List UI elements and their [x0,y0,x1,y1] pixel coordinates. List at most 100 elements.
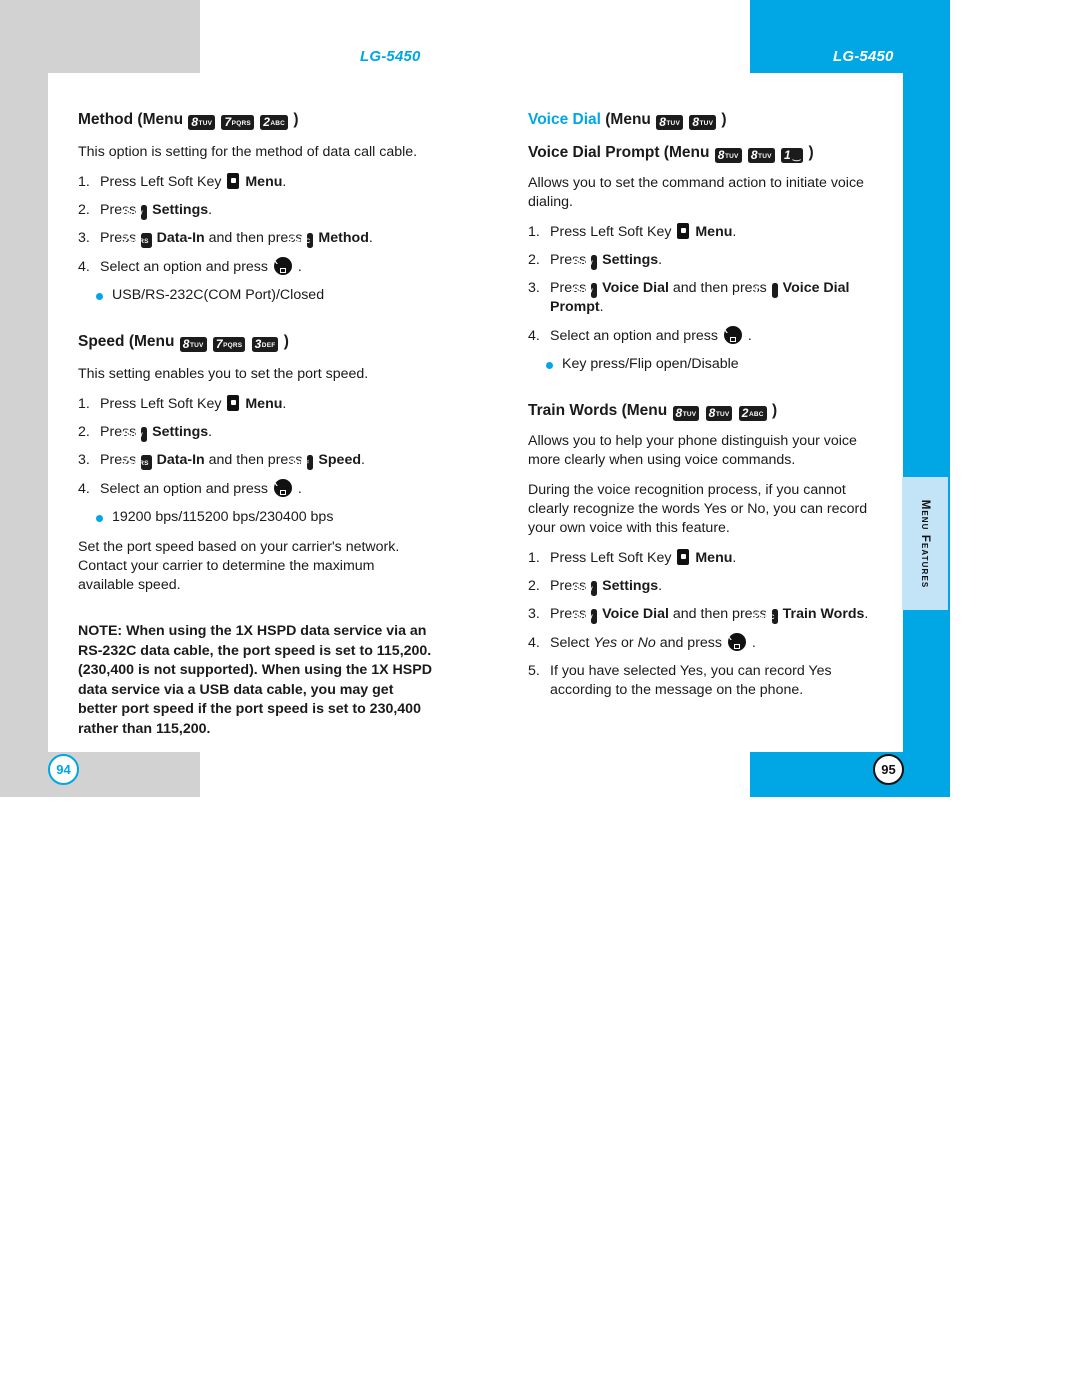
key-1: 1 ‿ [753,283,778,298]
step-tail: . [361,452,365,468]
speed-steps: 1. Press Left Soft Key Menu. 2. Press 8TUV… [78,395,433,499]
step-number: 4. [528,635,540,651]
side-tab-label: Menu Features [919,499,931,588]
option-item: USB/RS-232C(COM Port)/Closed [96,286,433,305]
key-8tuv: 8TUV [572,581,598,596]
step-text: If you have selected Yes, you can record… [550,663,832,698]
step-text: Press Left Soft Key [550,550,672,566]
step-tail: . [732,224,737,240]
method-heading: Method (Menu 8TUV 7PQRS 2ABC ) [78,110,433,130]
step-tail: . [368,230,373,246]
step-number: 3. [78,452,90,468]
voice-dial-prompt-heading: Voice Dial Prompt (Menu 8TUV 8TUV 1 ‿ ) [528,143,883,163]
key-2abc: 2ABC [738,406,767,421]
step-text: Select an option and press [100,259,268,275]
key-1: 1 ‿ [780,148,804,163]
ok-key-icon: OK [716,326,742,344]
soft-key-icon [677,223,690,239]
header-right-title: LG-5450 [833,48,894,65]
step-item: 3. Press 8TUV Voice Dial and then press 1… [528,279,883,317]
step-italic-no: No [637,635,656,651]
method-options: USB/RS-232C(COM Port)/Closed [78,286,433,305]
step-item: 1. Press Left Soft Key Menu. [528,549,883,568]
voice-dial-heading-blue: Voice Dial [528,111,601,128]
key-3def: 3DEF [251,337,279,352]
speed-intro: This setting enables you to set the port… [78,366,369,382]
step-bold: Train Words [782,606,865,622]
train-words-steps: 1. Press Left Soft Key Menu. 2. Press 8TUV… [528,549,883,700]
step-tail: . [297,481,302,497]
step-item: 3. Press 8TUV Voice Dial and then press 2… [528,605,883,624]
right-column: Voice Dial (Menu 8TUV 8TUV ) Voice Dial … [528,110,883,709]
step-bold-mid: Data-In [156,230,205,246]
step-item: 2. Press 8TUV Settings. [78,423,433,442]
train-words-intro: Allows you to help your phone distinguis… [528,433,857,468]
key-8tuv: 8TUV [572,255,598,270]
voice-dial-prompt-heading-close: ) [808,144,814,161]
step-number: 2. [78,202,90,218]
right-blue-margin [900,0,950,797]
speed-heading-text: Speed (Menu [78,333,175,350]
key-8tuv: 8TUV [122,205,148,220]
step-text: Press Left Soft Key [550,224,672,240]
ok-key-icon: OK [266,257,292,275]
key-8tuv: 8TUV [188,115,216,130]
step-tail: . [208,202,213,218]
header-left-title: LG-5450 [360,48,421,65]
key-8tuv: 8TUV [689,115,717,130]
step-italic-yes: Yes [593,635,618,651]
soft-key-icon [677,549,690,565]
method-intro: This option is setting for the method of… [78,144,418,160]
key-8tuv: 8TUV [747,148,775,163]
step-item: 2. Press 8TUV Settings. [528,251,883,270]
step-bold: Settings [602,252,659,268]
speed-note: NOTE: When using the 1X HSPD data servic… [78,623,432,737]
step-item: 4. Select Yes or No and press OK . [528,633,883,653]
key-2abc: 2ABC [288,233,314,248]
left-column: Method (Menu 8TUV 7PQRS 2ABC ) This opti… [78,110,433,739]
step-number: 3. [78,230,90,246]
key-7pqrs: 7PQRS [221,115,254,130]
key-8tuv: 8TUV [705,406,733,421]
step-bold: Settings [152,202,209,218]
step-item: 2. Press 8TUV Settings. [528,577,883,596]
step-bold: Speed [318,452,361,468]
step-tail: . [599,299,604,315]
manual-page-spread: LG-5450 LG-5450 Menu Features 94 95 Meth… [0,0,1080,1397]
step-bold: Settings [152,424,209,440]
key-8tuv: 8TUV [714,148,742,163]
step-item: 2. Press 8TUV Settings. [78,201,433,220]
step-tail: . [282,174,287,190]
step-number: 2. [528,252,540,268]
step-item: 5. If you have selected Yes, you can reco… [528,662,883,700]
step-bold: Menu [245,174,283,190]
train-words-heading-text: Train Words (Menu [528,402,668,419]
step-text-mid2: and press [659,635,722,651]
step-tail: . [658,252,663,268]
right-blue-footer-band [750,752,950,797]
step-text: Press Left Soft Key [100,174,222,190]
method-heading-close: ) [293,111,299,128]
step-bold-mid: Data-In [156,452,205,468]
page-number-right: 95 [873,754,904,785]
voice-dial-prompt-options: Key press/Flip open/Disable [528,355,883,374]
method-heading-text: Method (Menu [78,111,184,128]
voice-dial-prompt-intro: Allows you to set the command action to … [528,175,864,210]
train-words-intro2: During the voice recognition process, if… [528,482,868,536]
key-8tuv: 8TUV [572,283,598,298]
page-number-left: 94 [48,754,79,785]
step-number: 4. [78,481,90,497]
step-bold: Method [318,230,369,246]
voice-dial-heading-text: (Menu [605,111,651,128]
voice-dial-heading: Voice Dial (Menu 8TUV 8TUV ) [528,110,883,130]
step-tail: . [732,550,737,566]
step-bold: Settings [602,578,659,594]
step-text: Press Left Soft Key [100,396,222,412]
train-words-heading: Train Words (Menu 8TUV 8TUV 2ABC ) [528,401,883,421]
voice-dial-prompt-heading-text: Voice Dial Prompt (Menu [528,144,710,161]
soft-key-icon [227,173,240,189]
left-gray-header-block [0,0,200,73]
option-item: Key press/Flip open/Disable [546,355,883,374]
step-item: 4. Select an option and press OK . [78,257,433,277]
step-bold-mid: Voice Dial [602,280,669,296]
